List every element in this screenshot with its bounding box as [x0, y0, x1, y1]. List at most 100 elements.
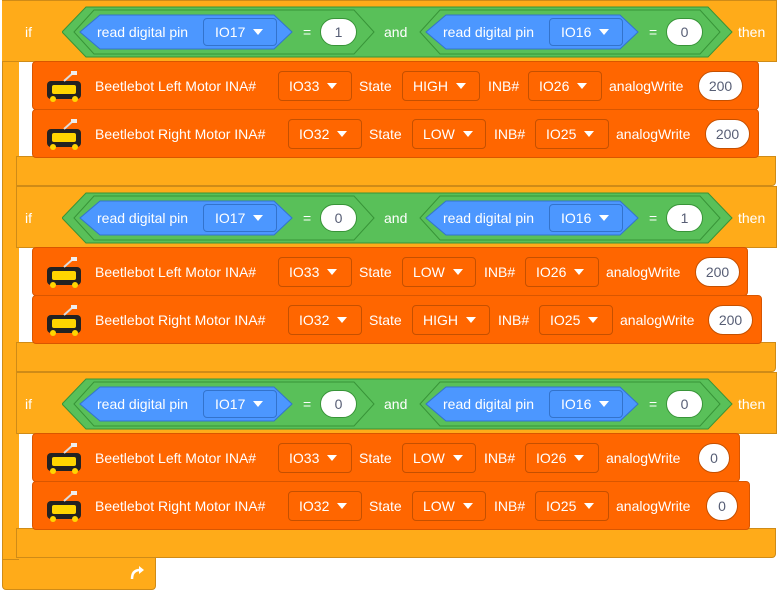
state-label: State — [369, 498, 402, 514]
pin-a-dropdown[interactable]: IO17 — [203, 390, 277, 418]
ina-dropdown[interactable]: IO32 — [288, 119, 362, 149]
left-motor-block[interactable]: Beetlebot Left Motor INA# IO33 State LOW… — [32, 247, 748, 296]
ina-dropdown[interactable]: IO33 — [278, 443, 352, 473]
equals-label: = — [303, 24, 312, 40]
if-block-3[interactable]: if then read digital pin IO17 = 0 and re… — [0, 372, 779, 558]
analog-value-input[interactable]: 0 — [706, 491, 738, 521]
state-dropdown[interactable]: HIGH — [402, 71, 480, 101]
beetlebot-icon — [47, 257, 81, 288]
chevron-down-icon — [588, 317, 599, 323]
state-dropdown[interactable]: LOW — [412, 491, 486, 521]
if-block-1[interactable]: if then read digital pin IO17 = 1 and re… — [0, 0, 779, 186]
inb-value: IO26 — [536, 450, 567, 466]
value-b-input[interactable]: 0 — [666, 18, 703, 46]
value-a-input[interactable]: 0 — [320, 390, 357, 418]
pin-b-value: IO16 — [561, 210, 592, 226]
left-motor-block[interactable]: Beetlebot Left Motor INA# IO33 State HIG… — [32, 61, 759, 110]
ina-dropdown[interactable]: IO32 — [288, 491, 362, 521]
state-dropdown[interactable]: HIGH — [412, 305, 490, 335]
state-label: State — [369, 312, 402, 328]
state-value: HIGH — [423, 312, 458, 328]
inb-dropdown[interactable]: IO25 — [535, 119, 609, 149]
value-a-input[interactable]: 0 — [320, 204, 357, 232]
chevron-down-icon — [253, 215, 264, 221]
equals-label: = — [649, 24, 658, 40]
inb-value: IO26 — [536, 264, 567, 280]
chevron-down-icon — [462, 503, 473, 509]
chevron-down-icon — [452, 269, 463, 275]
inb-value: IO25 — [546, 498, 577, 514]
inb-dropdown[interactable]: IO26 — [525, 443, 599, 473]
and-label: and — [384, 24, 408, 40]
value-b-input[interactable]: 1 — [666, 204, 703, 232]
read-digital-pin-label: read digital pin — [443, 210, 535, 226]
analog-value-input[interactable]: 200 — [698, 71, 743, 101]
inb-value: IO26 — [539, 78, 570, 94]
read-digital-pin-label: read digital pin — [443, 396, 535, 412]
ina-dropdown[interactable]: IO32 — [288, 305, 362, 335]
inb-dropdown[interactable]: IO26 — [525, 257, 599, 287]
if-block-2[interactable]: if then read digital pin IO17 = 0 and re… — [0, 186, 779, 372]
chevron-down-icon — [327, 269, 338, 275]
beetlebot-icon — [47, 119, 81, 150]
pin-a-dropdown[interactable]: IO17 — [203, 18, 277, 46]
and-condition[interactable]: read digital pin IO17 = 0 and read digit… — [62, 377, 762, 431]
inb-dropdown[interactable]: IO26 — [528, 71, 602, 101]
chevron-down-icon — [574, 455, 585, 461]
if-keyword: if — [25, 396, 32, 412]
state-value: HIGH — [413, 78, 448, 94]
inb-label: INB# — [484, 450, 516, 466]
and-condition[interactable]: read digital pin IO17 = 1 and read digit… — [62, 5, 762, 59]
chevron-down-icon — [327, 455, 338, 461]
chevron-down-icon — [452, 455, 463, 461]
inb-value: IO25 — [546, 126, 577, 142]
inb-dropdown[interactable]: IO25 — [535, 491, 609, 521]
inb-value: IO25 — [550, 312, 581, 328]
if-keyword: if — [25, 24, 32, 40]
analog-value-input[interactable]: 0 — [698, 443, 730, 473]
right-motor-block[interactable]: Beetlebot Right Motor INA# IO32 State HI… — [32, 295, 762, 344]
analog-value-input[interactable]: 200 — [705, 119, 750, 149]
state-value: LOW — [423, 126, 455, 142]
ina-value: IO33 — [289, 78, 320, 94]
right-motor-block[interactable]: Beetlebot Right Motor INA# IO32 State LO… — [32, 109, 759, 158]
ina-dropdown[interactable]: IO33 — [278, 71, 352, 101]
ina-dropdown[interactable]: IO33 — [278, 257, 352, 287]
inb-dropdown[interactable]: IO25 — [539, 305, 613, 335]
state-label: State — [359, 78, 392, 94]
beetlebot-icon — [47, 305, 81, 336]
chevron-down-icon — [462, 131, 473, 137]
right-motor-label: Beetlebot Right Motor INA# — [95, 126, 266, 142]
chevron-down-icon — [327, 83, 338, 89]
value-b-input[interactable]: 0 — [666, 390, 703, 418]
left-motor-label: Beetlebot Left Motor INA# — [95, 78, 257, 94]
analog-value-input[interactable]: 200 — [708, 305, 753, 335]
ina-value: IO33 — [289, 264, 320, 280]
pin-b-dropdown[interactable]: IO16 — [549, 204, 623, 232]
analog-value-input[interactable]: 200 — [695, 257, 740, 287]
rotate-arrow-icon — [130, 566, 144, 580]
inb-label: INB# — [488, 78, 520, 94]
state-dropdown[interactable]: LOW — [402, 443, 476, 473]
beetlebot-icon — [47, 71, 81, 102]
right-motor-block[interactable]: Beetlebot Right Motor INA# IO32 State LO… — [32, 481, 750, 530]
equals-label: = — [649, 210, 658, 226]
pin-b-dropdown[interactable]: IO16 — [549, 18, 623, 46]
left-motor-block[interactable]: Beetlebot Left Motor INA# IO33 State LOW… — [32, 433, 740, 482]
ina-value: IO32 — [299, 498, 330, 514]
chevron-down-icon — [337, 503, 348, 509]
chevron-down-icon — [253, 401, 264, 407]
chevron-down-icon — [584, 131, 595, 137]
state-label: State — [359, 264, 392, 280]
state-dropdown[interactable]: LOW — [402, 257, 476, 287]
analog-write-label: analogWrite — [606, 450, 681, 466]
value-a-input[interactable]: 1 — [320, 18, 357, 46]
and-condition[interactable]: read digital pin IO17 = 0 and read digit… — [62, 191, 762, 245]
pin-b-value: IO16 — [561, 24, 592, 40]
analog-write-label: analogWrite — [609, 78, 684, 94]
pin-a-dropdown[interactable]: IO17 — [203, 204, 277, 232]
analog-write-label: analogWrite — [620, 312, 695, 328]
state-dropdown[interactable]: LOW — [412, 119, 486, 149]
chevron-down-icon — [584, 503, 595, 509]
pin-b-dropdown[interactable]: IO16 — [549, 390, 623, 418]
